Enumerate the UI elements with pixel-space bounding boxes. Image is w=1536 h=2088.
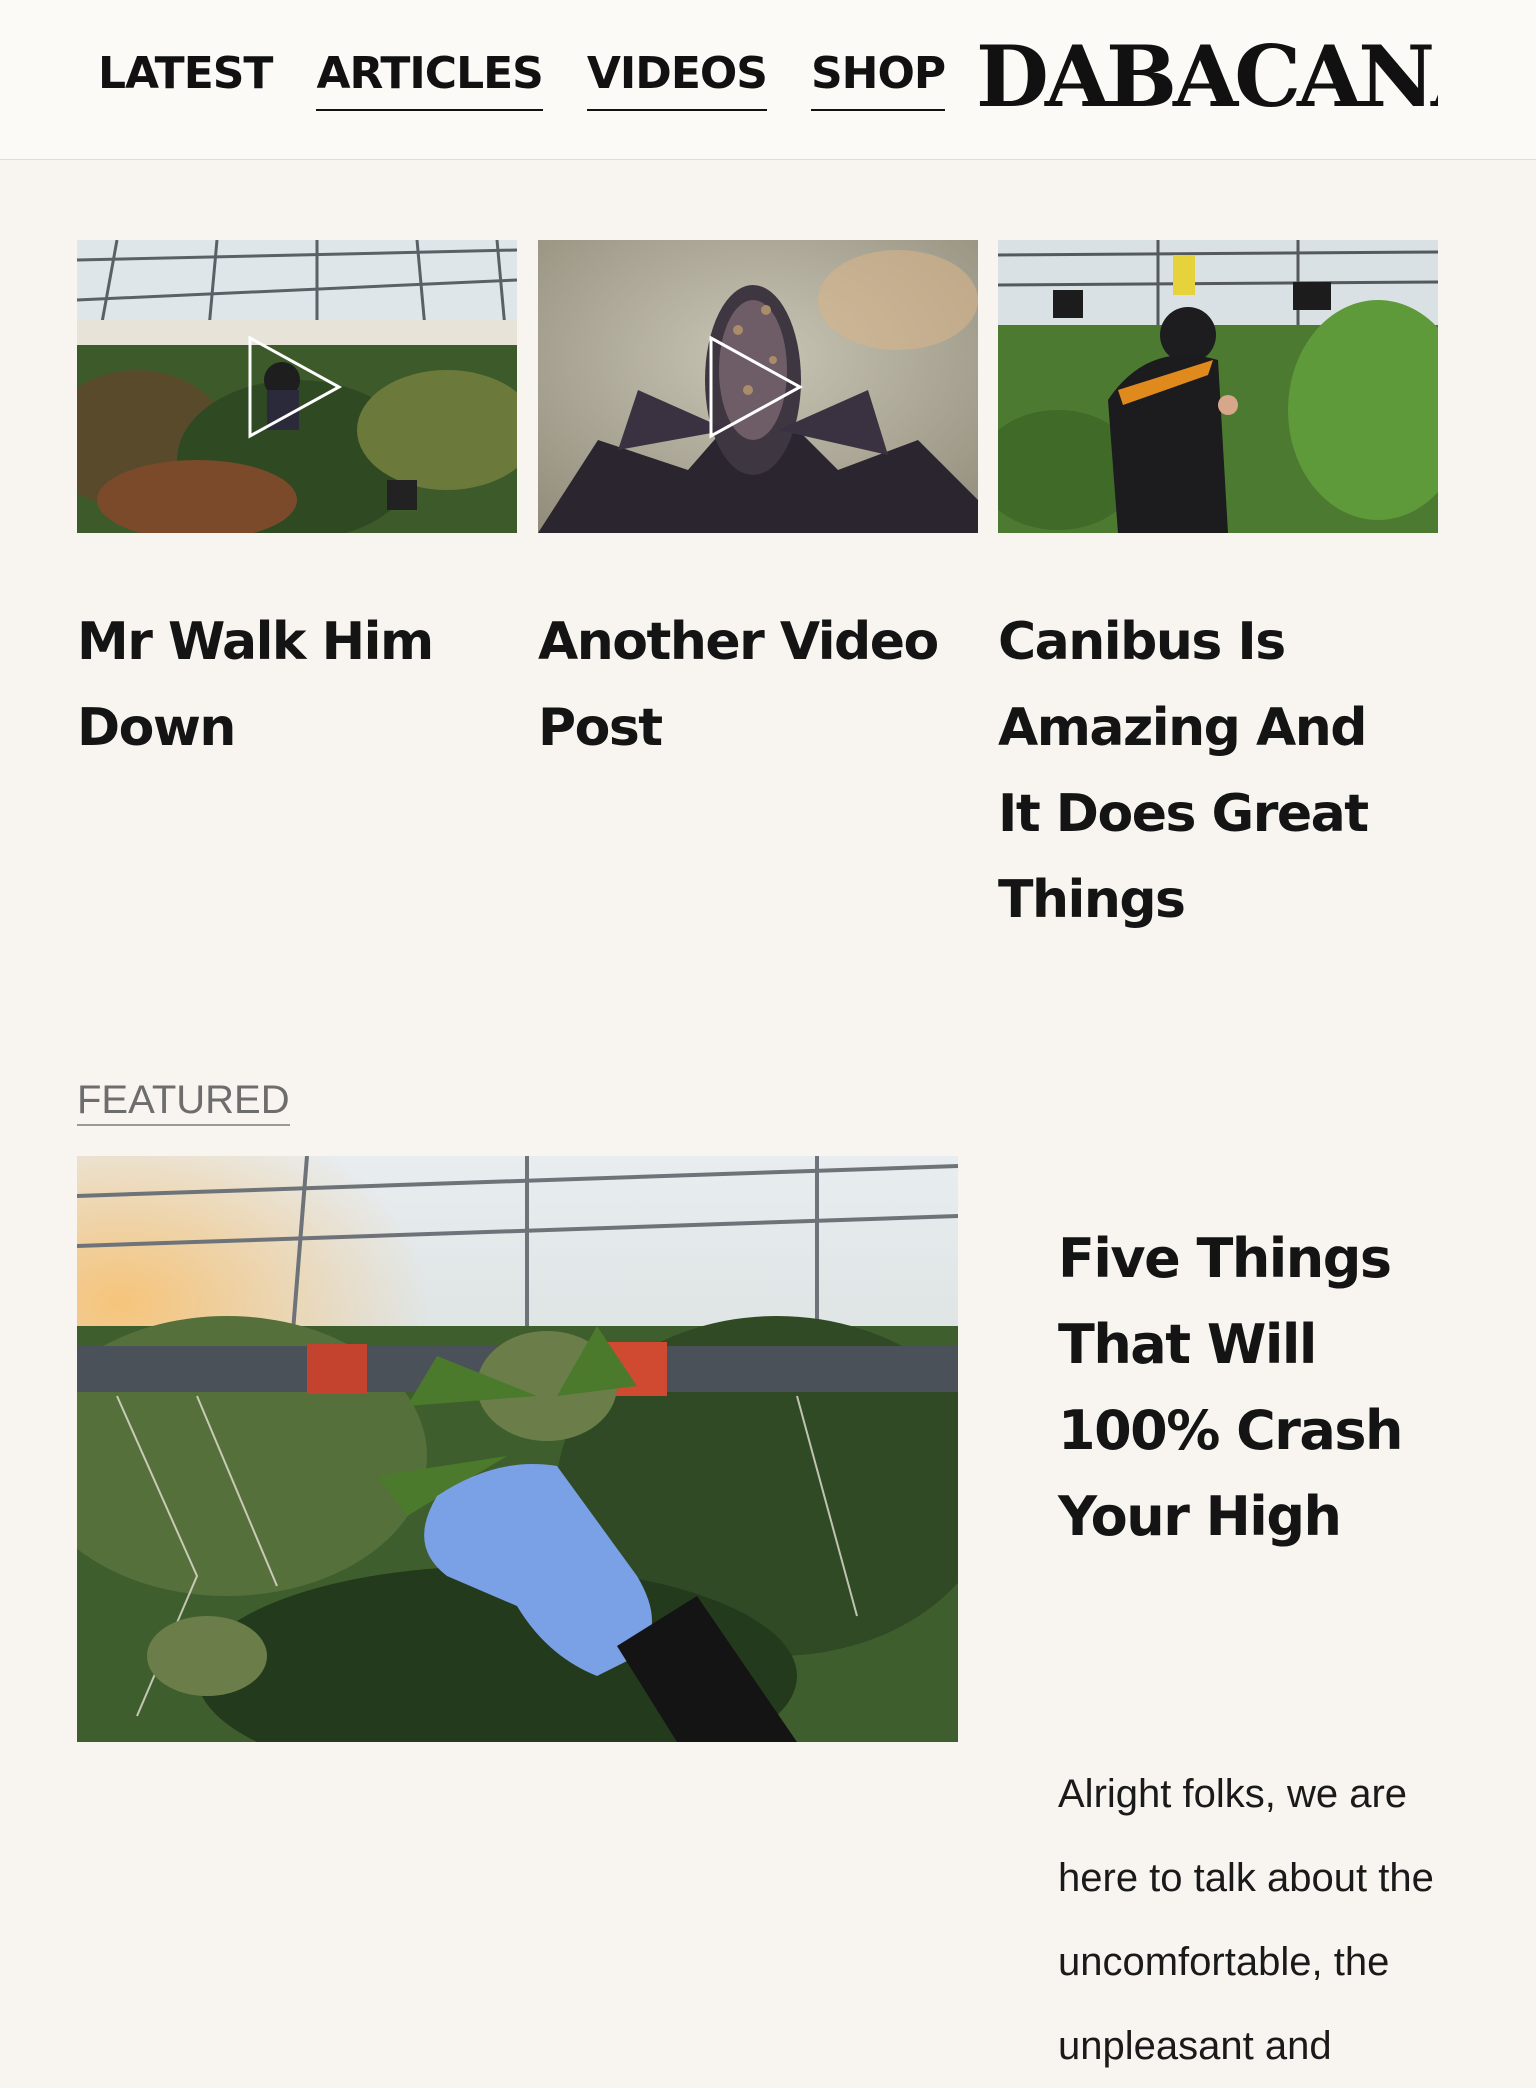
main-nav: LATEST ARTICLES VIDEOS SHOP [98,48,946,111]
nav-videos[interactable]: VIDEOS [586,48,768,111]
play-icon[interactable] [708,335,804,439]
article-card[interactable]: Canibus Is Amazing And It Does Great Thi… [998,240,1438,943]
logo-text: DABACANA! [976,34,1438,124]
card-thumbnail[interactable] [77,240,517,533]
card-thumbnail[interactable] [538,240,978,533]
card-title[interactable]: Another Video Post [538,599,958,771]
featured-title[interactable]: Five Things That Will 100% Crash Your Hi… [1058,1216,1478,1560]
nav-articles[interactable]: ARTICLES [316,48,544,111]
person-smelling-plant-photo [998,240,1438,533]
card-title[interactable]: Canibus Is Amazing And It Does Great Thi… [998,599,1418,943]
nav-shop[interactable]: SHOP [810,48,946,111]
site-header: LATEST ARTICLES VIDEOS SHOP DABACANA! [0,0,1536,160]
video-card[interactable]: Mr Walk Him Down [77,240,517,771]
play-icon[interactable] [247,335,343,439]
nav-latest[interactable]: LATEST [98,48,273,111]
card-title[interactable]: Mr Walk Him Down [77,599,497,771]
site-logo[interactable]: DABACANA! [976,34,1438,124]
gloved-hand-cannabis-photo [77,1156,958,1742]
card-thumbnail[interactable] [998,240,1438,533]
featured-image[interactable] [77,1156,958,1742]
video-card[interactable]: Another Video Post [538,240,978,771]
featured-excerpt: Alright folks, we are here to talk about… [1058,1772,1434,2068]
featured-label[interactable]: FEATURED [77,1078,290,1126]
logo-wordmark: DABACANA! [976,34,1438,124]
